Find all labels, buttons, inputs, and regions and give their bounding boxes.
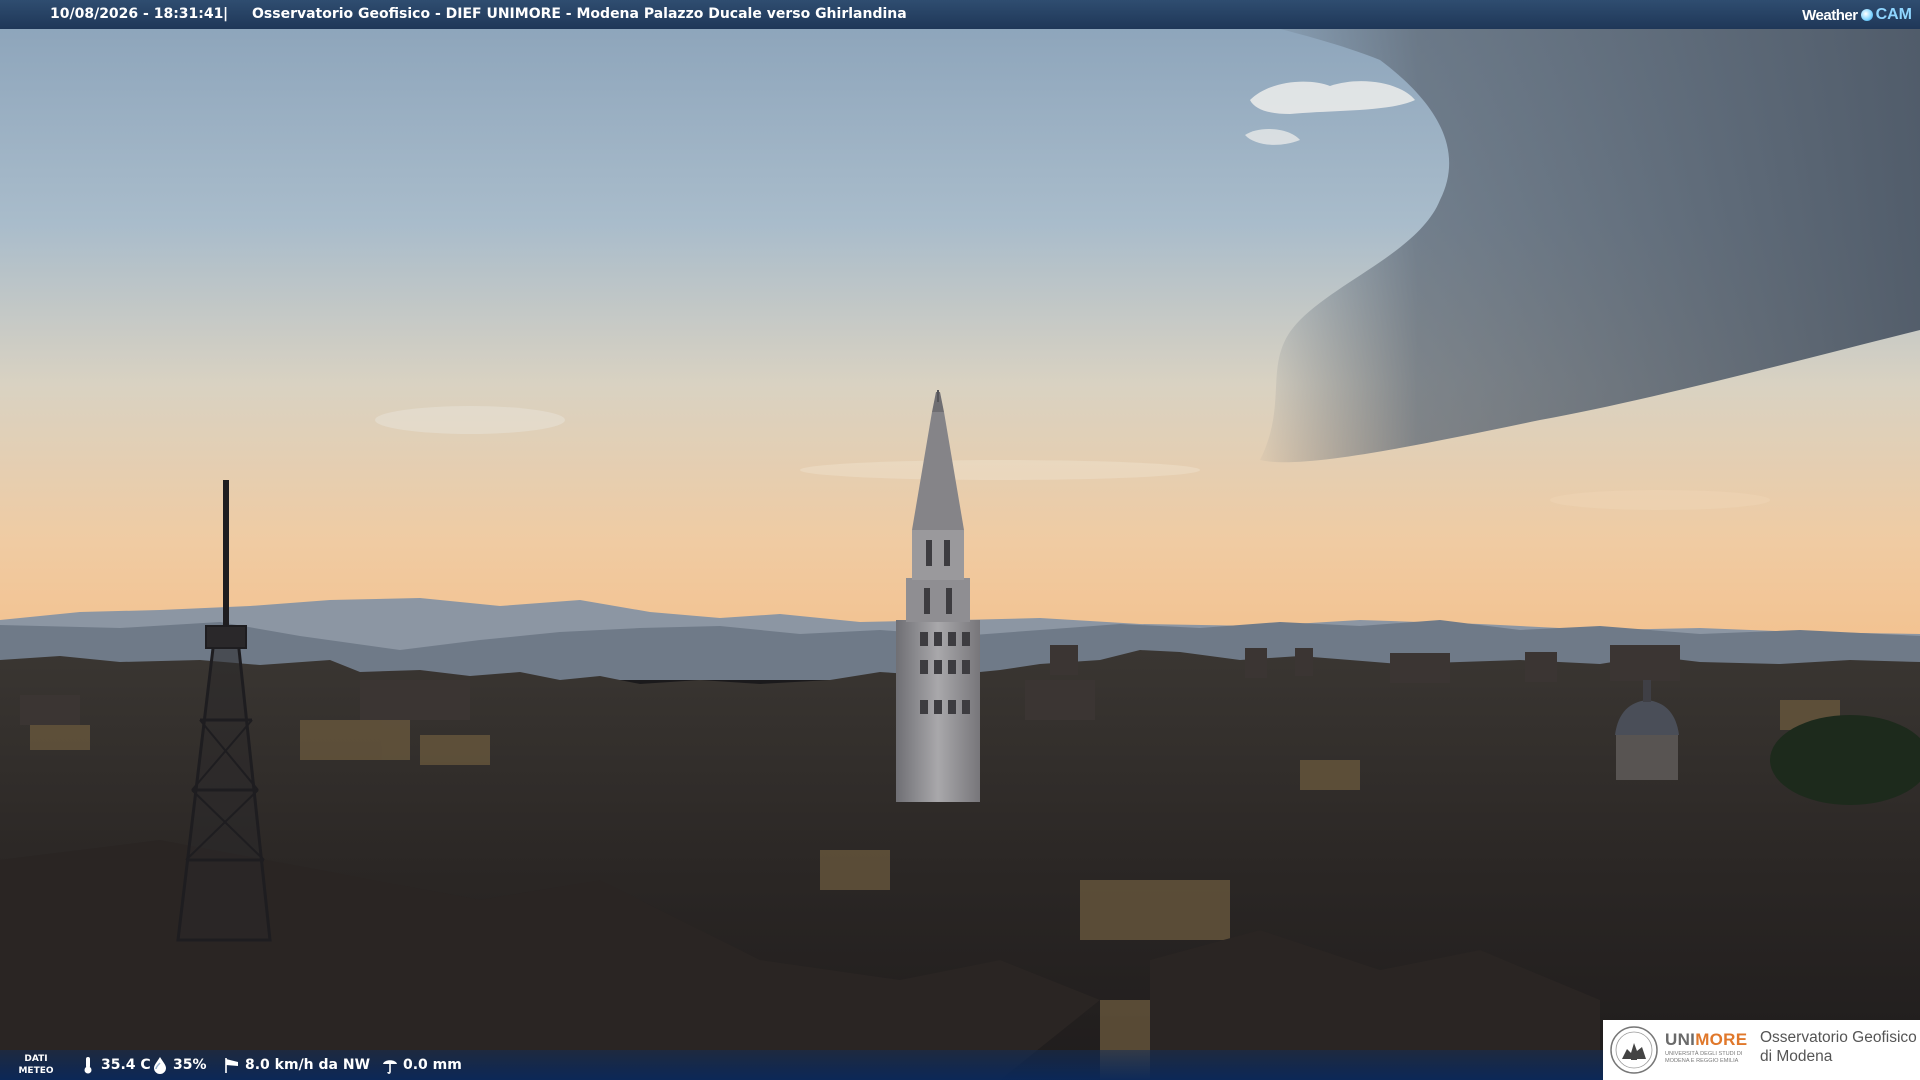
university-seal-icon — [1610, 1026, 1658, 1074]
weather-label-line1: DATI — [24, 1054, 48, 1064]
brand-weather: Weather — [1802, 6, 1858, 24]
weather-data-label: DATI METEO — [14, 1053, 58, 1077]
temperature-value: 35.4 C — [101, 1057, 151, 1073]
wind-reading: 8.0 km/h da NW — [224, 1056, 370, 1074]
rain-value: 0.0 mm — [403, 1057, 462, 1073]
observatory-line2: di Modena — [1760, 1048, 1833, 1065]
unimore-wordmark: UNIMORE — [1665, 1030, 1747, 1050]
rain-reading: 0.0 mm — [382, 1056, 462, 1074]
thin-cloud — [375, 406, 565, 434]
webcam-scene — [0, 0, 1920, 1080]
timestamp: 10/08/2026 - 18:31:41 — [50, 6, 224, 22]
thin-cloud-3 — [1550, 490, 1770, 510]
header-bar: 10/08/2026 - 18:31:41 | Osservatorio Geo… — [0, 0, 1920, 29]
thermometer-icon — [84, 1057, 92, 1074]
weather-data-bar: DATI METEO 35.4 C 35% 8.0 km/h da NW 0.0… — [0, 1050, 1603, 1080]
globe-icon — [1860, 9, 1873, 21]
observatory-name: Osservatorio Geofisico di Modena — [1760, 1028, 1920, 1066]
header-separator: | — [223, 6, 229, 22]
dome-lantern — [1643, 680, 1651, 702]
weather-label-line2: METEO — [18, 1066, 54, 1076]
wind-value: 8.0 km/h da NW — [245, 1057, 371, 1073]
rain-gauge-icon — [383, 1060, 397, 1074]
wind-sock-icon — [225, 1058, 238, 1073]
unimore-logo-panel: UNIMORE UNIVERSITÀ DEGLI STUDI DI MODENA… — [1603, 1020, 1920, 1080]
thin-cloud-2 — [800, 460, 1200, 480]
more-text: MORE — [1695, 1030, 1748, 1049]
uni-text: UNI — [1665, 1030, 1696, 1049]
temperature-reading: 35.4 C — [80, 1056, 151, 1074]
camera-location: Osservatorio Geofisico - DIEF UNIMORE - … — [252, 6, 907, 22]
humidity-drop-icon — [154, 1057, 166, 1074]
humidity-reading: 35% — [152, 1056, 207, 1074]
weathercam-logo: Weather CAM — [1802, 4, 1912, 26]
humidity-value: 35% — [173, 1057, 207, 1073]
observatory-line1: Osservatorio Geofisico — [1760, 1029, 1917, 1046]
brand-cam: CAM — [1875, 6, 1912, 23]
university-name: UNIVERSITÀ DEGLI STUDI DI MODENA E REGGI… — [1665, 1051, 1743, 1064]
dome-drum — [1616, 735, 1678, 780]
